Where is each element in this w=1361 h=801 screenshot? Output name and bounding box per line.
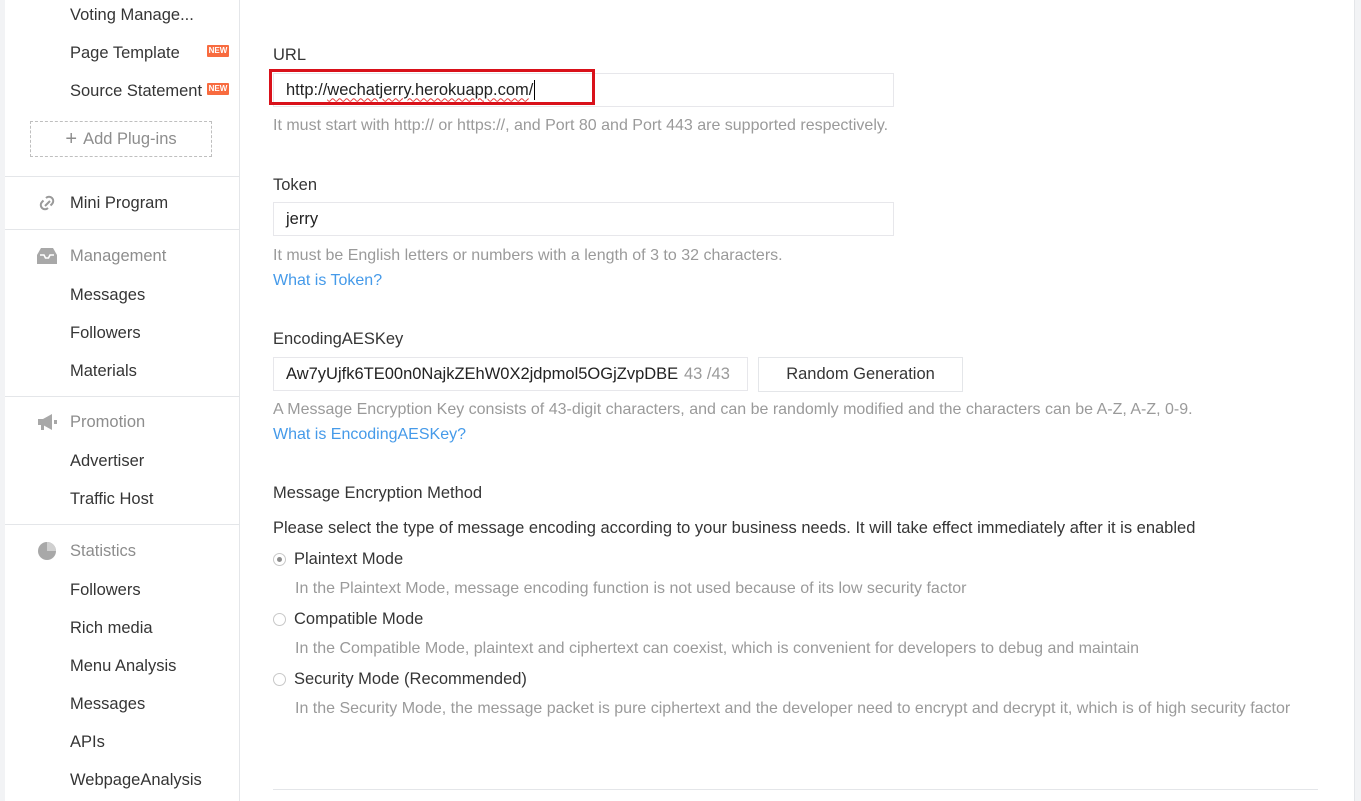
encryption-label: Message Encryption Method (273, 484, 483, 502)
sidebar-divider (5, 176, 239, 177)
security-desc: In the Security Mode, the message packet… (295, 700, 1291, 717)
sidebar-item-menu-analysis[interactable]: Menu Analysis (70, 656, 176, 676)
aes-hint: A Message Encryption Key consists of 43-… (273, 401, 1193, 418)
radio-label: Plaintext Mode (294, 550, 404, 568)
plus-icon: + (65, 128, 78, 150)
sidebar-divider (5, 229, 239, 230)
radio-compatible-mode[interactable]: Compatible Mode (273, 610, 423, 629)
server-config-form: URL http://wechatjerry.herokuapp.com / It… (240, 0, 1354, 801)
sidebar-label: Mini Program (70, 193, 169, 212)
inbox-icon (35, 244, 59, 268)
radio-label: Security Mode (Recommended) (294, 670, 527, 688)
token-input[interactable]: jerry (273, 202, 894, 236)
megaphone-icon (35, 410, 59, 434)
url-host: wechatjerry.herokuapp.com (327, 80, 529, 99)
add-plugins-button[interactable]: + Add Plug-ins (30, 121, 212, 157)
aes-key-input[interactable]: Aw7yUjfk6TE00n0NajkZEhW0X2jdpmol5OGjZvpD… (273, 357, 748, 391)
radio-security-mode[interactable]: Security Mode (Recommended) (273, 670, 527, 689)
form-divider (273, 789, 1318, 790)
url-input[interactable]: http://wechatjerry.herokuapp.com / (273, 73, 894, 107)
url-prefix: http:// (286, 80, 328, 99)
section-label: Promotion (70, 412, 146, 431)
sidebar-item-source-statement[interactable]: Source Statement (70, 81, 202, 101)
sidebar-item-advertiser[interactable]: Advertiser (70, 451, 144, 471)
token-hint: It must be English letters or numbers wi… (273, 247, 783, 264)
sidebar-item-stat-followers[interactable]: Followers (70, 580, 141, 600)
page-edge (1354, 0, 1361, 801)
random-generation-button[interactable]: Random Generation (758, 357, 963, 392)
what-is-token-link[interactable]: What is Token? (273, 272, 382, 290)
url-suffix: / (528, 80, 534, 99)
plaintext-desc: In the Plaintext Mode, message encoding … (295, 580, 967, 597)
sidebar-item-voting-manage[interactable]: Voting Manage... (70, 5, 194, 25)
radio-selected-icon (273, 553, 286, 566)
sidebar-item-messages[interactable]: Messages (70, 285, 145, 305)
sidebar: Voting Manage... Page Template NEW Sourc… (5, 0, 240, 801)
sidebar-item-mini-program[interactable]: Mini Program (35, 191, 168, 215)
radio-unselected-icon (273, 613, 286, 626)
radio-plaintext-mode[interactable]: Plaintext Mode (273, 550, 403, 569)
compatible-desc: In the Compatible Mode, plaintext and ci… (295, 640, 1140, 657)
sidebar-item-apis[interactable]: APIs (70, 732, 105, 752)
aes-char-counter: 43 /43 (684, 364, 730, 383)
sidebar-item-stat-messages[interactable]: Messages (70, 694, 145, 714)
sidebar-item-webpage-analysis[interactable]: WebpageAnalysis (70, 770, 202, 790)
sidebar-item-followers[interactable]: Followers (70, 323, 141, 343)
sidebar-item-rich-media[interactable]: Rich media (70, 618, 153, 638)
sidebar-divider (5, 396, 239, 397)
radio-label: Compatible Mode (294, 610, 424, 628)
pie-chart-icon (35, 539, 59, 563)
token-value: jerry (286, 209, 319, 228)
sidebar-divider (5, 524, 239, 525)
what-is-aes-link[interactable]: What is EncodingAESKey? (273, 426, 466, 444)
token-label: Token (273, 176, 318, 194)
url-label: URL (273, 46, 307, 64)
add-plugins-label: Add Plug-ins (83, 129, 177, 148)
aes-label: EncodingAESKey (273, 330, 404, 348)
url-hint: It must start with http:// or https://, … (273, 117, 889, 134)
section-statistics: Statistics (35, 539, 136, 563)
sidebar-item-traffic-host[interactable]: Traffic Host (70, 489, 153, 509)
new-badge: NEW (207, 45, 229, 57)
text-caret (534, 80, 536, 100)
sidebar-item-page-template[interactable]: Page Template (70, 43, 180, 63)
link-icon (35, 191, 59, 215)
encryption-intro: Please select the type of message encodi… (273, 519, 1196, 537)
new-badge: NEW (207, 83, 229, 95)
section-label: Management (70, 246, 167, 265)
section-promotion: Promotion (35, 410, 145, 434)
radio-unselected-icon (273, 673, 286, 686)
aes-key-value: Aw7yUjfk6TE00n0NajkZEhW0X2jdpmol5OGjZvpD… (286, 364, 678, 383)
section-management: Management (35, 244, 166, 268)
sidebar-item-materials[interactable]: Materials (70, 361, 137, 381)
section-label: Statistics (70, 541, 137, 560)
